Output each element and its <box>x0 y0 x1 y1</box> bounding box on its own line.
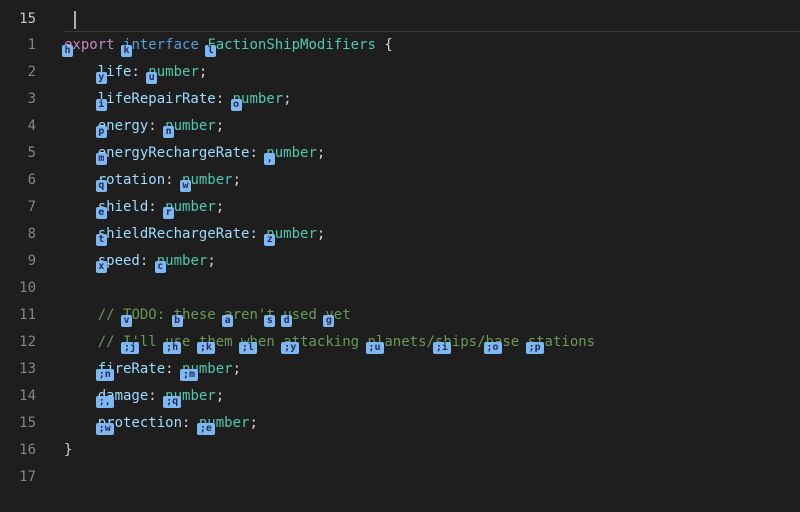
jump-hint[interactable]: kinterface <box>123 32 199 59</box>
jump-hint[interactable]: ;pstations <box>528 329 595 356</box>
jump-hint[interactable]: ;qnumber <box>165 383 216 410</box>
jump-hint[interactable]: vTODO: <box>123 302 174 329</box>
jump-hint[interactable]: ;lwhen <box>241 329 283 356</box>
jump-hint[interactable]: rnumber <box>165 194 216 221</box>
jump-hint[interactable]: ;iships/ <box>435 329 486 356</box>
code-line[interactable]: hexport kinterface lFactionShipModifiers… <box>64 32 800 59</box>
code-line[interactable]: eshield: rnumber; <box>64 194 800 221</box>
jump-hint[interactable]: ;yattacking <box>283 329 367 356</box>
code-line[interactable]: ylife: unumber; <box>64 59 800 86</box>
text-cursor <box>74 11 76 29</box>
jump-hint[interactable]: ylife <box>98 59 132 86</box>
code-line[interactable] <box>64 464 800 491</box>
code-line[interactable]: menergyRechargeRate: ,number; <box>64 140 800 167</box>
jump-hint[interactable]: eshield <box>98 194 149 221</box>
code-line[interactable]: ilifeRepairRate: onumber; <box>64 86 800 113</box>
jump-hint[interactable]: lFactionShipModifiers <box>207 32 376 59</box>
code-line[interactable]: ;wprotection: ;enumber; <box>64 410 800 437</box>
jump-hint[interactable]: hexport <box>64 32 115 59</box>
jump-hint[interactable]: cnumber <box>157 248 208 275</box>
jump-hint[interactable]: aaren' <box>224 302 266 329</box>
jump-hint[interactable]: tshieldRechargeRate <box>98 221 250 248</box>
jump-hint[interactable]: wnumber <box>182 167 233 194</box>
code-line[interactable]: tshieldRechargeRate: znumber; <box>64 221 800 248</box>
code-line[interactable]: ;,damage: ;qnumber; <box>64 383 800 410</box>
jump-hint[interactable]: menergyRechargeRate <box>98 140 250 167</box>
jump-hint[interactable]: ;nfireRate <box>98 356 165 383</box>
code-line[interactable]: penergy: nnumber; <box>64 113 800 140</box>
jump-hint[interactable]: ;huse <box>165 329 199 356</box>
code-line[interactable]: // vTODO: bthese aaren'st dused gyet <box>64 302 800 329</box>
code-line[interactable]: // ;jI'll ;huse ;kthem ;lwhen ;yattackin… <box>64 329 800 356</box>
jump-hint[interactable]: dused <box>283 302 325 329</box>
jump-hint[interactable]: ;uplanets/ <box>368 329 435 356</box>
code-area[interactable]: hexport kinterface lFactionShipModifiers… <box>54 0 800 512</box>
jump-hint[interactable]: ,number <box>266 140 317 167</box>
jump-hint[interactable]: ilifeRepairRate <box>98 86 216 113</box>
line-number-gutter: 15 1 2 3 4 5 6 7 8 9 10 11 12 13 14 15 1… <box>0 0 54 512</box>
code-line[interactable] <box>64 275 800 302</box>
jump-hint[interactable]: xspeed <box>98 248 140 275</box>
jump-hint[interactable]: unumber <box>148 59 199 86</box>
code-editor: 15 1 2 3 4 5 6 7 8 9 10 11 12 13 14 15 1… <box>0 0 800 512</box>
jump-hint[interactable]: penergy <box>98 113 149 140</box>
jump-hint[interactable]: qrotation <box>98 167 165 194</box>
jump-hint[interactable]: ;mnumber <box>182 356 233 383</box>
jump-hint[interactable]: onumber <box>233 86 284 113</box>
fold-separator <box>64 6 800 32</box>
code-line[interactable]: qrotation: wnumber; <box>64 167 800 194</box>
jump-hint[interactable]: gyet <box>325 302 350 329</box>
code-line[interactable]: ;nfireRate: ;mnumber; <box>64 356 800 383</box>
jump-hint[interactable]: ;enumber <box>199 410 250 437</box>
jump-hint[interactable]: ;,damage <box>98 383 149 410</box>
jump-hint[interactable]: ;obase <box>486 329 528 356</box>
jump-hint[interactable]: ;jI'll <box>123 329 165 356</box>
top-line-number: 15 <box>12 6 36 32</box>
code-line[interactable]: } <box>64 437 800 464</box>
code-line[interactable]: xspeed: cnumber; <box>64 248 800 275</box>
jump-hint[interactable]: bthese <box>174 302 225 329</box>
jump-hint[interactable]: znumber <box>266 221 317 248</box>
jump-hint[interactable]: ;kthem <box>199 329 241 356</box>
jump-hint[interactable]: nnumber <box>165 113 216 140</box>
jump-hint[interactable]: ;wprotection <box>98 410 182 437</box>
